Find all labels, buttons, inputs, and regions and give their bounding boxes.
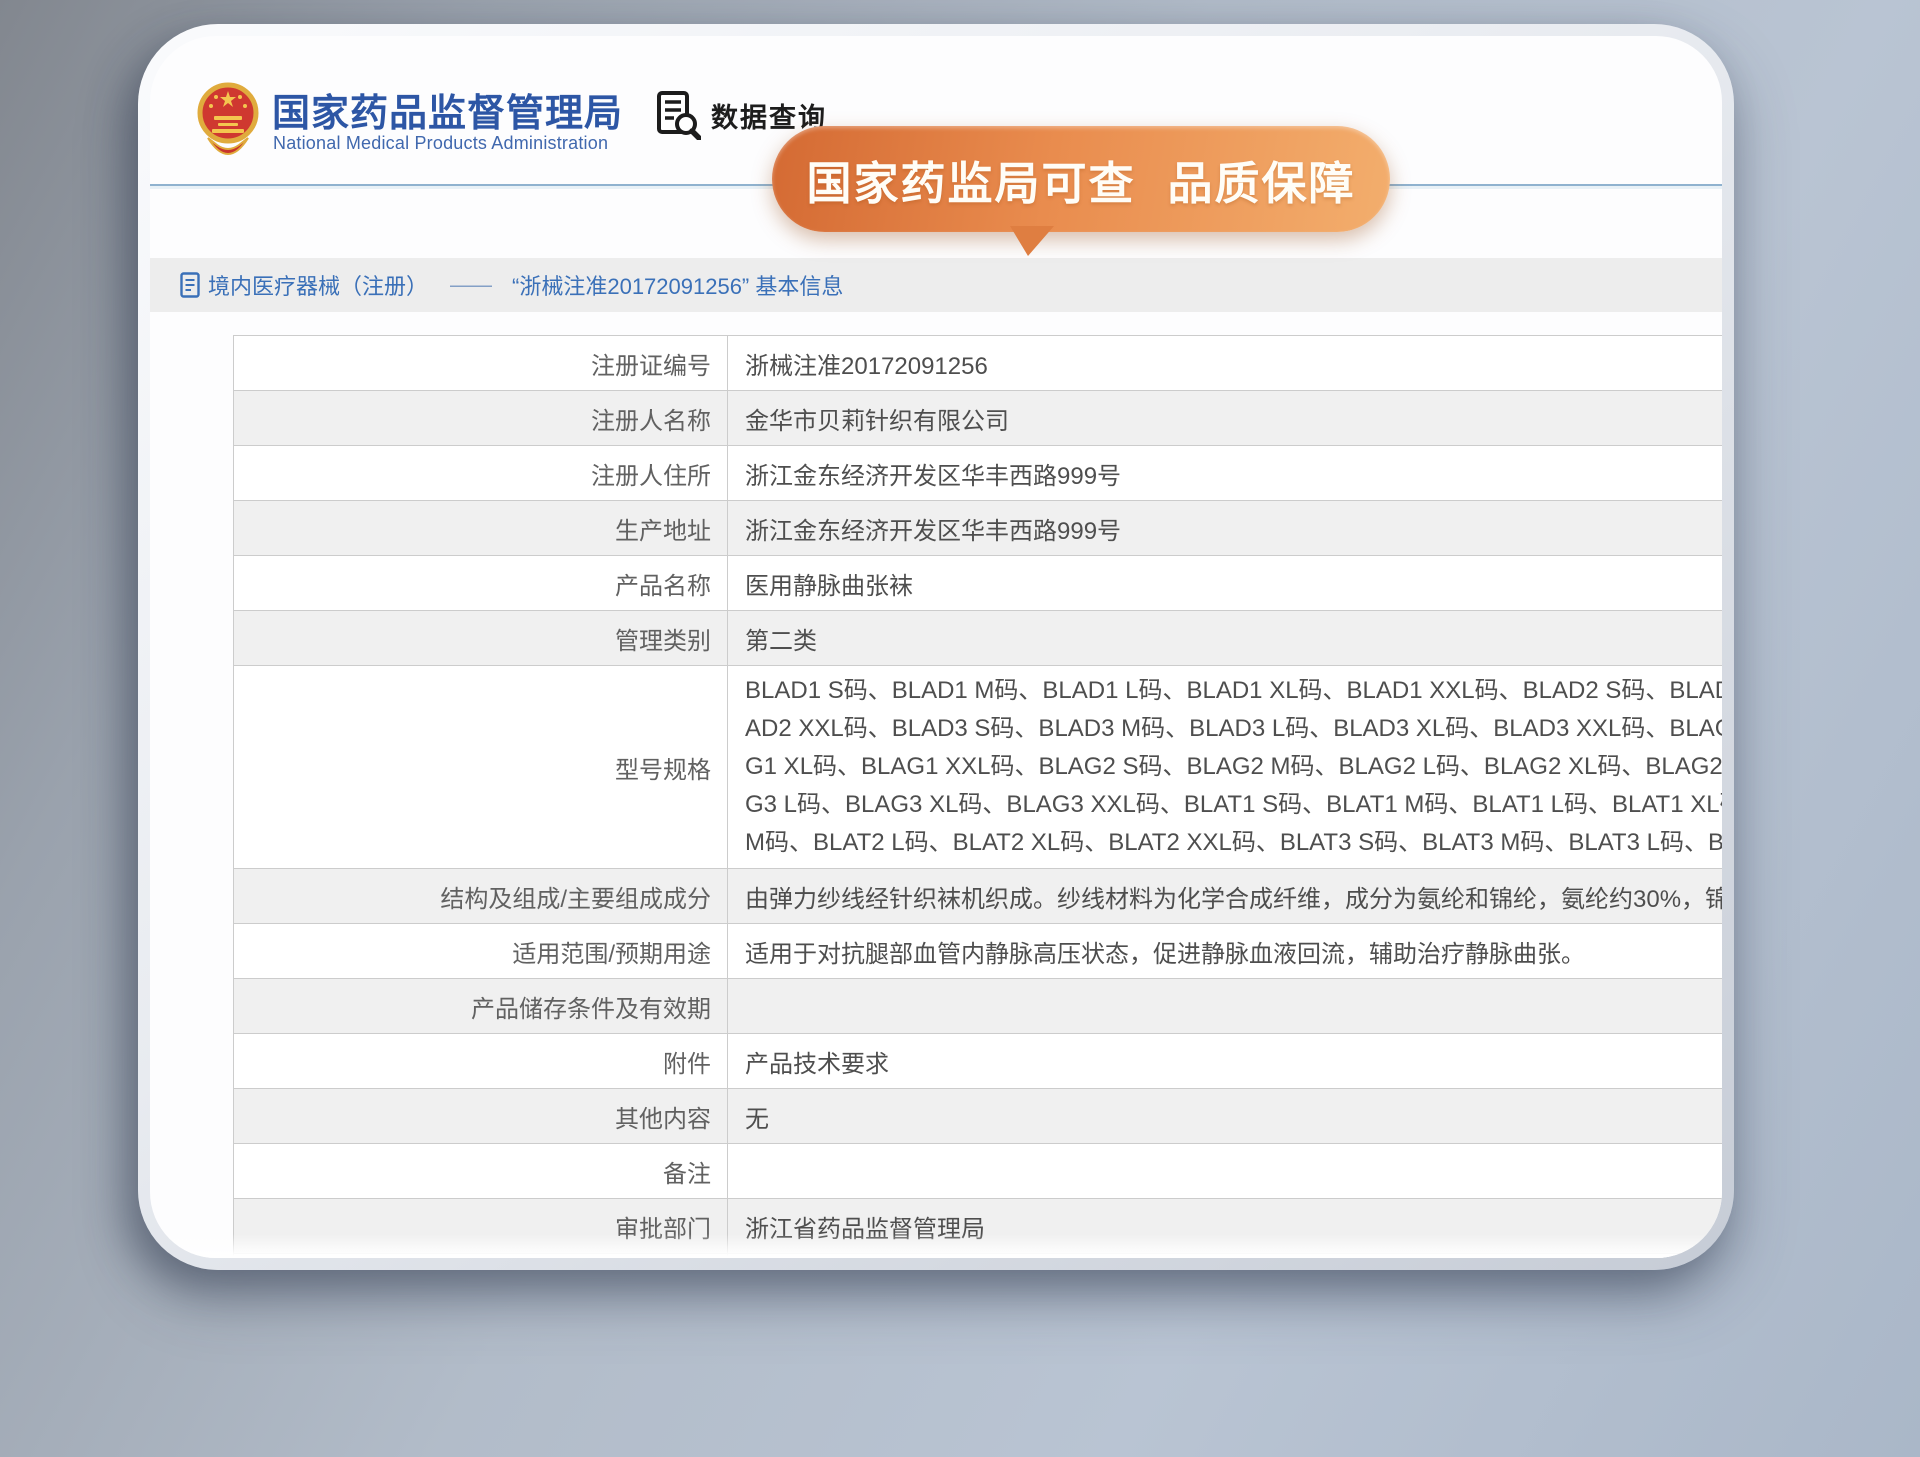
row-value: 浙械注准20172091256 bbox=[728, 336, 1722, 390]
registration-table: 注册证编号 浙械注准20172091256 注册人名称 金华市贝莉针织有限公司 … bbox=[233, 335, 1722, 1258]
org-title-cn: 国家药品监督管理局 bbox=[272, 82, 623, 137]
table-row: 注册人名称 金华市贝莉针织有限公司 bbox=[234, 391, 1722, 446]
row-value: BLAD1 S码、BLAD1 M码、BLAD1 L码、BLAD1 XL码、BLA… bbox=[728, 666, 1722, 868]
row-value: 2022-05-10 bbox=[728, 1254, 1722, 1258]
breadcrumb-bar: 境内医疗器械（注册） —— “浙械注准20172091256” 基本信息 bbox=[150, 258, 1722, 312]
breadcrumb: 境内医疗器械（注册） —— “浙械注准20172091256” 基本信息 bbox=[180, 258, 843, 312]
page-background: 国家药品监督管理局 National Medical Products Admi… bbox=[0, 0, 1920, 1457]
row-value: 浙江省药品监督管理局 bbox=[728, 1199, 1722, 1253]
row-value: 由弹力纱线经针织袜机织成。纱线材料为化学合成纤维，成分为氨纶和锦纶，氨纶约30%… bbox=[728, 869, 1722, 923]
promo-badge-text: 国家药监局可查 品质保障 bbox=[806, 147, 1355, 212]
row-value bbox=[728, 1144, 1722, 1198]
table-row: 备注 bbox=[234, 1144, 1722, 1199]
table-row: 产品名称 医用静脉曲张袜 bbox=[234, 556, 1722, 611]
row-label: 产品储存条件及有效期 bbox=[234, 979, 728, 1033]
promo-badge: 国家药监局可查 品质保障 bbox=[772, 126, 1390, 232]
row-label: 产品名称 bbox=[234, 556, 728, 610]
row-label: 备注 bbox=[234, 1144, 728, 1198]
table-row: 批准日期 2022-05-10 bbox=[234, 1254, 1722, 1258]
row-label: 附件 bbox=[234, 1034, 728, 1088]
table-row: 结构及组成/主要组成成分 由弹力纱线经针织袜机织成。纱线材料为化学合成纤维，成分… bbox=[234, 869, 1722, 924]
row-value: 金华市贝莉针织有限公司 bbox=[728, 391, 1722, 445]
row-label: 批准日期 bbox=[234, 1254, 728, 1258]
table-row: 管理类别 第二类 bbox=[234, 611, 1722, 666]
breadcrumb-category[interactable]: 境内医疗器械（注册） bbox=[208, 269, 428, 301]
row-label: 型号规格 bbox=[234, 666, 728, 868]
table-row: 附件 产品技术要求 bbox=[234, 1034, 1722, 1089]
row-value: 医用静脉曲张袜 bbox=[728, 556, 1722, 610]
row-value: 产品技术要求 bbox=[728, 1034, 1722, 1088]
row-label: 注册人住所 bbox=[234, 446, 728, 500]
row-label: 适用范围/预期用途 bbox=[234, 924, 728, 978]
row-label: 注册证编号 bbox=[234, 336, 728, 390]
promo-badge-text-secondary: 品质保障 bbox=[1168, 147, 1356, 212]
row-label: 审批部门 bbox=[234, 1199, 728, 1253]
org-title-en: National Medical Products Administration bbox=[273, 133, 608, 154]
table-row: 注册证编号 浙械注准20172091256 bbox=[234, 336, 1722, 391]
row-value bbox=[728, 979, 1722, 1033]
row-value: 适用于对抗腿部血管内静脉高压状态，促进静脉血液回流，辅助治疗静脉曲张。 bbox=[728, 924, 1722, 978]
row-value: 浙江金东经济开发区华丰西路999号 bbox=[728, 501, 1722, 555]
table-row: 生产地址 浙江金东经济开发区华丰西路999号 bbox=[234, 501, 1722, 556]
row-value: 无 bbox=[728, 1089, 1722, 1143]
row-value: 浙江金东经济开发区华丰西路999号 bbox=[728, 446, 1722, 500]
table-row: 适用范围/预期用途 适用于对抗腿部血管内静脉高压状态，促进静脉血液回流，辅助治疗… bbox=[234, 924, 1722, 979]
row-label: 结构及组成/主要组成成分 bbox=[234, 869, 728, 923]
row-value: 第二类 bbox=[728, 611, 1722, 665]
national-emblem-icon bbox=[196, 80, 260, 172]
document-magnifier-icon bbox=[655, 90, 701, 140]
row-label: 管理类别 bbox=[234, 611, 728, 665]
table-row: 其他内容 无 bbox=[234, 1089, 1722, 1144]
table-row: 审批部门 浙江省药品监督管理局 bbox=[234, 1199, 1722, 1254]
row-label: 其他内容 bbox=[234, 1089, 728, 1143]
document-icon bbox=[180, 272, 200, 298]
promo-badge-text-primary: 国家药监局可查 bbox=[806, 147, 1135, 212]
row-label: 生产地址 bbox=[234, 501, 728, 555]
table-row: 产品储存条件及有效期 bbox=[234, 979, 1722, 1034]
row-label: 注册人名称 bbox=[234, 391, 728, 445]
breadcrumb-detail: “浙械注准20172091256” 基本信息 bbox=[512, 269, 843, 301]
table-row: 注册人住所 浙江金东经济开发区华丰西路999号 bbox=[234, 446, 1722, 501]
breadcrumb-separator: —— bbox=[450, 272, 490, 298]
table-row: 型号规格 BLAD1 S码、BLAD1 M码、BLAD1 L码、BLAD1 XL… bbox=[234, 666, 1722, 869]
